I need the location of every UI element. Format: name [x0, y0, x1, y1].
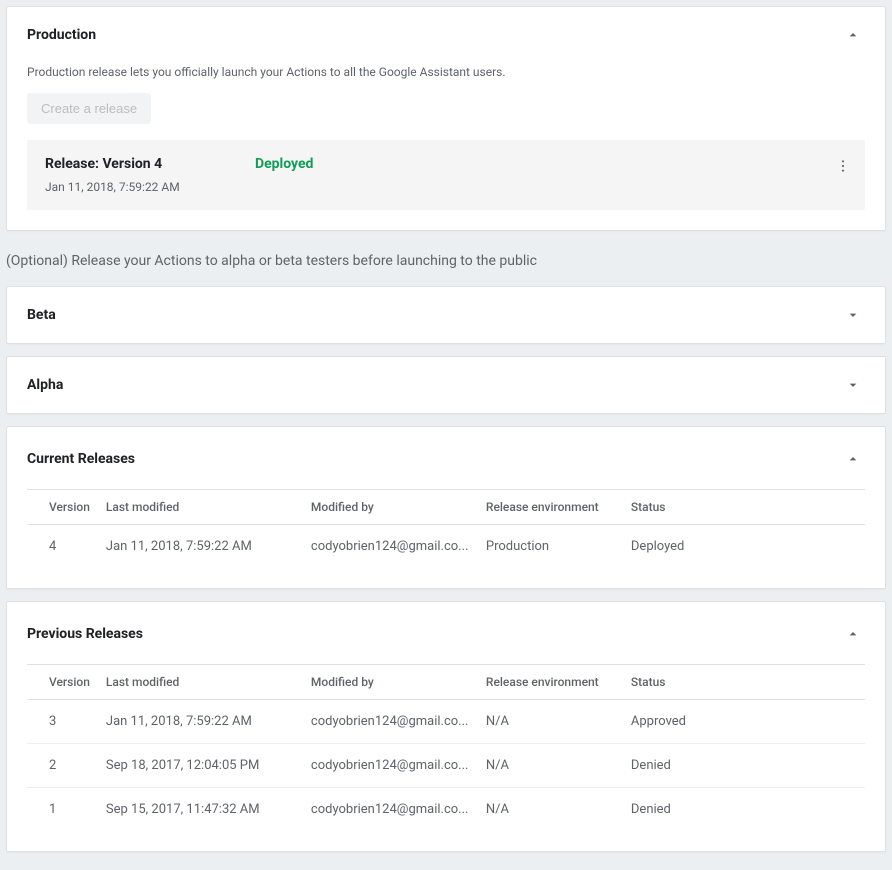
table-row: 1 Sep 15, 2017, 11:47:32 AM codyobrien12…: [27, 788, 865, 832]
beta-title: Beta: [27, 307, 56, 323]
release-info: Release: Version 4 Jan 11, 2018, 7:59:22…: [45, 156, 255, 194]
cell-environment: N/A: [478, 744, 623, 788]
th-last-modified: Last modified: [98, 665, 303, 700]
cell-status: Denied: [623, 788, 865, 832]
cell-environment: N/A: [478, 788, 623, 832]
cell-version: 1: [27, 788, 98, 832]
production-title: Production: [27, 27, 96, 43]
create-release-button[interactable]: Create a release: [27, 93, 151, 124]
th-environment: Release environment: [478, 490, 623, 525]
cell-modified-by: codyobrien124@gmail.co...: [303, 744, 478, 788]
cell-version: 3: [27, 700, 98, 744]
table-header-row: Version Last modified Modified by Releas…: [27, 490, 865, 525]
cell-status: Denied: [623, 744, 865, 788]
production-header: Production: [7, 7, 885, 63]
cell-status: Deployed: [623, 525, 865, 569]
more-icon[interactable]: [831, 154, 855, 178]
optional-text: (Optional) Release your Actions to alpha…: [6, 243, 886, 286]
release-title: Release: Version 4: [45, 156, 255, 172]
table-row: 4 Jan 11, 2018, 7:59:22 AM codyobrien124…: [27, 525, 865, 569]
chevron-down-icon[interactable]: [841, 303, 865, 327]
alpha-card[interactable]: Alpha: [6, 356, 886, 414]
previous-releases-header: Previous Releases: [7, 602, 885, 664]
previous-releases-card: Previous Releases Version Last modified …: [6, 601, 886, 852]
th-last-modified: Last modified: [98, 490, 303, 525]
cell-environment: Production: [478, 525, 623, 569]
current-releases-header: Current Releases: [7, 427, 885, 489]
cell-modified-by: codyobrien124@gmail.co...: [303, 700, 478, 744]
previous-releases-table: Version Last modified Modified by Releas…: [27, 664, 865, 831]
cell-status: Approved: [623, 700, 865, 744]
cell-last-modified: Sep 18, 2017, 12:04:05 PM: [98, 744, 303, 788]
chevron-down-icon[interactable]: [841, 373, 865, 397]
cell-version: 2: [27, 744, 98, 788]
production-description: Production release lets you officially l…: [7, 63, 885, 93]
cell-environment: N/A: [478, 700, 623, 744]
alpha-title: Alpha: [27, 377, 63, 393]
beta-header: Beta: [7, 287, 885, 343]
table-row: 3 Jan 11, 2018, 7:59:22 AM codyobrien124…: [27, 700, 865, 744]
cell-last-modified: Jan 11, 2018, 7:59:22 AM: [98, 525, 303, 569]
th-status: Status: [623, 665, 865, 700]
table-header-row: Version Last modified Modified by Releas…: [27, 665, 865, 700]
th-status: Status: [623, 490, 865, 525]
current-releases-card: Current Releases Version Last modified M…: [6, 426, 886, 589]
th-modified-by: Modified by: [303, 665, 478, 700]
current-releases-table: Version Last modified Modified by Releas…: [27, 489, 865, 568]
th-version: Version: [27, 490, 98, 525]
cell-last-modified: Sep 15, 2017, 11:47:32 AM: [98, 788, 303, 832]
th-modified-by: Modified by: [303, 490, 478, 525]
production-card: Production Production release lets you o…: [6, 6, 886, 231]
alpha-header: Alpha: [7, 357, 885, 413]
current-releases-title: Current Releases: [27, 451, 135, 467]
release-box: Release: Version 4 Jan 11, 2018, 7:59:22…: [27, 140, 865, 210]
table-row: 2 Sep 18, 2017, 12:04:05 PM codyobrien12…: [27, 744, 865, 788]
beta-card[interactable]: Beta: [6, 286, 886, 344]
chevron-up-icon[interactable]: [841, 622, 865, 646]
cell-modified-by: codyobrien124@gmail.co...: [303, 525, 478, 569]
cell-version: 4: [27, 525, 98, 569]
th-environment: Release environment: [478, 665, 623, 700]
chevron-up-icon[interactable]: [841, 447, 865, 471]
release-status: Deployed: [255, 156, 313, 172]
previous-releases-title: Previous Releases: [27, 626, 143, 642]
cell-modified-by: codyobrien124@gmail.co...: [303, 788, 478, 832]
chevron-up-icon[interactable]: [841, 23, 865, 47]
release-date: Jan 11, 2018, 7:59:22 AM: [45, 180, 255, 194]
cell-last-modified: Jan 11, 2018, 7:59:22 AM: [98, 700, 303, 744]
th-version: Version: [27, 665, 98, 700]
